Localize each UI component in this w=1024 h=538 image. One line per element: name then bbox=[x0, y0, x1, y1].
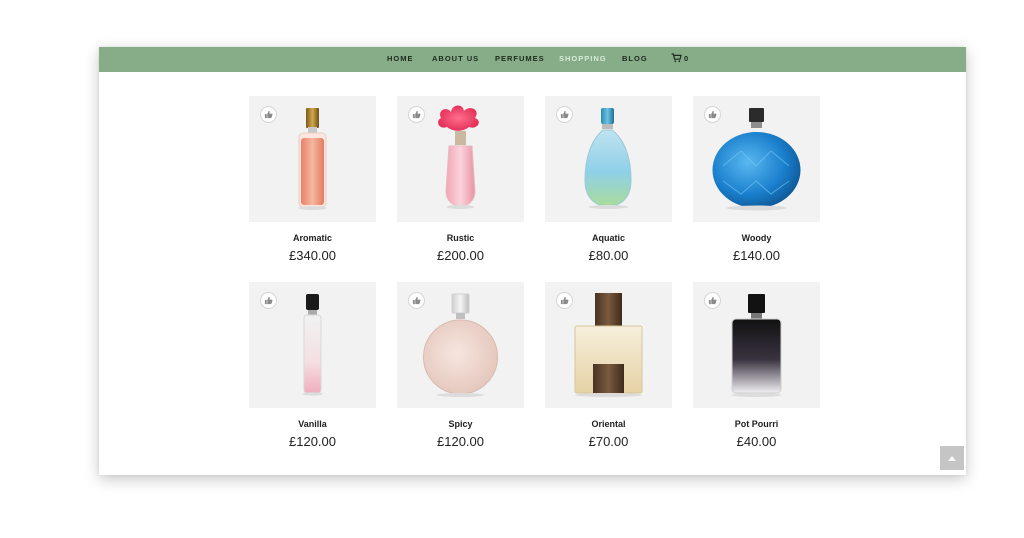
product-price: £70.00 bbox=[588, 434, 629, 449]
product-name[interactable]: Oriental bbox=[545, 419, 672, 429]
product-image[interactable] bbox=[545, 96, 672, 222]
product-name[interactable]: Vanilla bbox=[249, 419, 376, 429]
product-card: Aromatic £340.00 bbox=[249, 96, 376, 266]
nav-home[interactable]: HOME bbox=[387, 54, 414, 64]
cart-link[interactable]: 0 bbox=[671, 53, 688, 63]
product-name[interactable]: Aromatic bbox=[249, 233, 376, 243]
product-price: £40.00 bbox=[736, 434, 777, 449]
top-navbar: HOME ABOUT US PERFUMES SHOPPING BLOG 0 bbox=[99, 47, 966, 72]
product-name[interactable]: Rustic bbox=[397, 233, 524, 243]
product-price: £120.00 bbox=[289, 434, 336, 449]
product-name[interactable]: Spicy bbox=[397, 419, 524, 429]
product-price: £340.00 bbox=[289, 248, 336, 263]
product-image[interactable] bbox=[545, 282, 672, 408]
nav-perfumes[interactable]: PERFUMES bbox=[495, 54, 545, 64]
like-button[interactable] bbox=[704, 292, 721, 309]
nav-about-us[interactable]: ABOUT US bbox=[432, 54, 479, 64]
like-button[interactable] bbox=[408, 292, 425, 309]
product-image[interactable] bbox=[397, 96, 524, 222]
thumbs-up-icon bbox=[412, 296, 421, 305]
shopping-cart-icon bbox=[671, 53, 682, 63]
scroll-to-top-button[interactable] bbox=[940, 446, 964, 470]
like-button[interactable] bbox=[556, 292, 573, 309]
product-card: Oriental £70.00 bbox=[545, 282, 672, 452]
like-button[interactable] bbox=[704, 106, 721, 123]
thumbs-up-icon bbox=[264, 110, 273, 119]
product-image[interactable] bbox=[249, 282, 376, 408]
product-card: Vanilla £120.00 bbox=[249, 282, 376, 452]
product-price: £200.00 bbox=[437, 248, 484, 263]
thumbs-up-icon bbox=[560, 296, 569, 305]
product-card: Woody £140.00 bbox=[693, 96, 820, 266]
product-card: Aquatic £80.00 bbox=[545, 96, 672, 266]
like-button[interactable] bbox=[408, 106, 425, 123]
product-image[interactable] bbox=[693, 96, 820, 222]
product-card: Spicy £120.00 bbox=[397, 282, 524, 452]
product-name[interactable]: Aquatic bbox=[545, 233, 672, 243]
product-image[interactable] bbox=[397, 282, 524, 408]
nav-blog[interactable]: BLOG bbox=[622, 54, 648, 64]
page-frame: HOME ABOUT US PERFUMES SHOPPING BLOG 0 A… bbox=[99, 47, 966, 475]
product-price: £80.00 bbox=[588, 248, 629, 263]
product-price: £140.00 bbox=[733, 248, 780, 263]
nav-shopping[interactable]: SHOPPING bbox=[559, 54, 607, 64]
product-name[interactable]: Pot Pourri bbox=[693, 419, 820, 429]
thumbs-up-icon bbox=[560, 110, 569, 119]
thumbs-up-icon bbox=[708, 110, 717, 119]
thumbs-up-icon bbox=[264, 296, 273, 305]
product-card: Pot Pourri £40.00 bbox=[693, 282, 820, 452]
thumbs-up-icon bbox=[412, 110, 421, 119]
product-price: £120.00 bbox=[437, 434, 484, 449]
product-card: Rustic £200.00 bbox=[397, 96, 524, 266]
product-image[interactable] bbox=[693, 282, 820, 408]
product-name[interactable]: Woody bbox=[693, 233, 820, 243]
chevron-up-icon bbox=[948, 456, 956, 461]
cart-count: 0 bbox=[684, 53, 689, 63]
main-menu: HOME ABOUT US PERFUMES SHOPPING BLOG 0 bbox=[99, 47, 966, 72]
product-image[interactable] bbox=[249, 96, 376, 222]
like-button[interactable] bbox=[260, 292, 277, 309]
like-button[interactable] bbox=[556, 106, 573, 123]
like-button[interactable] bbox=[260, 106, 277, 123]
thumbs-up-icon bbox=[708, 296, 717, 305]
